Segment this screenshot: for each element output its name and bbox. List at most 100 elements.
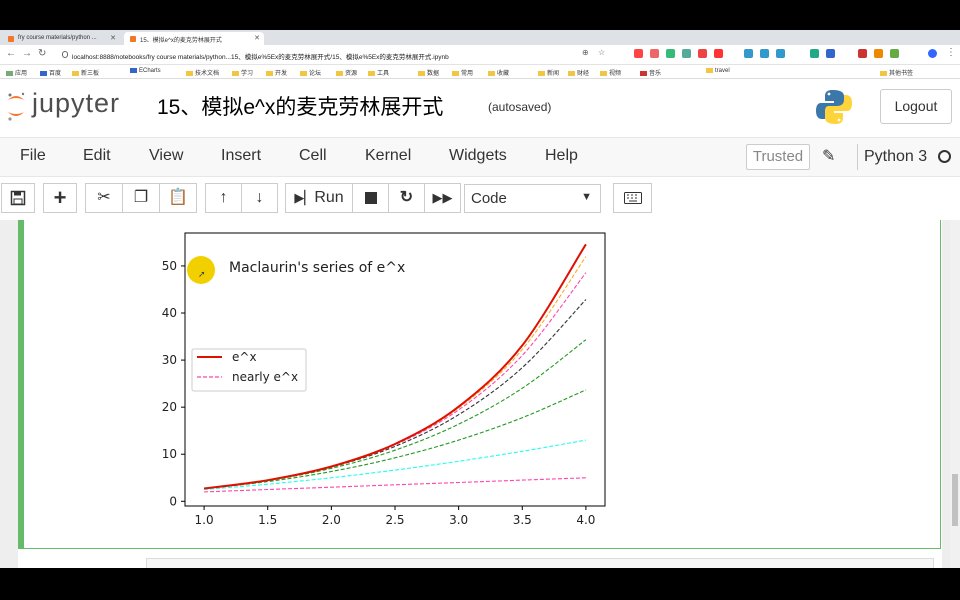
menu-widgets[interactable]: Widgets bbox=[449, 147, 507, 165]
y-tick-label: 20 bbox=[162, 400, 177, 414]
bookmark-item[interactable]: 百度 bbox=[40, 68, 61, 77]
extension-icon[interactable] bbox=[874, 49, 883, 58]
x-tick-label: 1.5 bbox=[258, 513, 277, 527]
tab-label: 15、模拟e^x的麦克劳林展开式 bbox=[140, 38, 222, 44]
close-tab-icon[interactable]: ✕ bbox=[254, 34, 260, 42]
jupyter-wordmark[interactable]: jupyter bbox=[32, 88, 120, 119]
keyboard-icon bbox=[623, 192, 642, 204]
extension-icon[interactable] bbox=[744, 49, 753, 58]
bookmark-item[interactable]: 音乐 bbox=[640, 68, 661, 77]
jupyter-favicon-icon bbox=[8, 36, 14, 42]
bookmark-item[interactable]: 数据 bbox=[418, 68, 439, 77]
bookmark-item[interactable]: 资源 bbox=[336, 68, 357, 77]
extension-icon[interactable] bbox=[650, 49, 659, 58]
screen: fry course materials/python ... ✕ 15、模拟e… bbox=[0, 0, 960, 600]
close-tab-icon[interactable]: ✕ bbox=[110, 34, 116, 42]
restart-run-all-button[interactable]: ▶▶ bbox=[424, 183, 461, 213]
extension-icon[interactable] bbox=[776, 49, 785, 58]
run-button[interactable]: ▶▏Run bbox=[285, 183, 353, 213]
copy-button[interactable]: ❐ bbox=[122, 183, 160, 213]
restart-button[interactable]: ↻ bbox=[388, 183, 425, 213]
move-down-button[interactable]: ↓ bbox=[241, 183, 278, 213]
notebook-title[interactable]: 15、模拟e^x的麦克劳林展开式 bbox=[157, 91, 443, 121]
cut-button[interactable]: ✂ bbox=[85, 183, 123, 213]
insert-cell-button[interactable]: + bbox=[43, 183, 77, 213]
bookmark-item[interactable]: 其他书签 bbox=[880, 68, 913, 77]
bookmark-item[interactable]: 工具 bbox=[368, 68, 389, 77]
extension-icon[interactable] bbox=[760, 49, 769, 58]
x-tick-label: 1.0 bbox=[195, 513, 214, 527]
y-tick-label: 40 bbox=[162, 306, 177, 320]
bookmark-star-icon[interactable]: ☆ bbox=[598, 48, 605, 57]
cell-output-chart: 1.0 1.5 2.0 2.5 3.0 3.5 4.0 0 10 20 30 40 50 Maclaur… bbox=[162, 232, 606, 527]
forward-icon[interactable]: → bbox=[22, 48, 32, 59]
floppy-disk-icon bbox=[10, 190, 26, 206]
extension-icon[interactable] bbox=[858, 49, 867, 58]
back-icon[interactable]: ← bbox=[6, 48, 16, 59]
run-label: Run bbox=[314, 189, 344, 206]
chart-title: Maclaurin's series of e^x bbox=[229, 260, 405, 276]
url-field[interactable]: localhost:8888/notebooks/fry course mate… bbox=[60, 48, 620, 62]
url-text: localhost:8888/notebooks/fry course mate… bbox=[72, 54, 449, 61]
extension-icon[interactable] bbox=[634, 49, 643, 58]
logout-button[interactable]: Logout bbox=[880, 89, 952, 124]
menu-view[interactable]: View bbox=[149, 147, 183, 165]
bookmark-item[interactable]: travel bbox=[706, 68, 730, 74]
bookmark-item[interactable]: 开发 bbox=[266, 68, 287, 77]
move-up-button[interactable]: ↑ bbox=[205, 183, 242, 213]
bookmark-item[interactable]: 论坛 bbox=[300, 68, 321, 77]
menu-file[interactable]: File bbox=[20, 147, 46, 165]
zoom-icon[interactable]: ⊕ bbox=[582, 48, 589, 57]
browser-tab-2[interactable]: 15、模拟e^x的麦克劳林展开式 ✕ bbox=[124, 32, 264, 45]
bookmarks-bar: 应用 百度 新三板 ECharts 技术文档 学习 开发 论坛 资源 工具 数据… bbox=[0, 65, 960, 79]
scissors-icon: ✂ bbox=[97, 189, 111, 206]
bookmark-item[interactable]: ECharts bbox=[130, 68, 161, 74]
scrollbar-thumb[interactable] bbox=[952, 474, 958, 526]
bookmark-item[interactable]: 新闻 bbox=[538, 68, 559, 77]
autosave-status: (autosaved) bbox=[488, 100, 552, 114]
bookmark-item[interactable]: 视频 bbox=[600, 68, 621, 77]
menu-kernel[interactable]: Kernel bbox=[365, 147, 411, 165]
bookmark-item[interactable]: 学习 bbox=[232, 68, 253, 77]
bookmark-item[interactable]: 常用 bbox=[452, 68, 473, 77]
save-button[interactable] bbox=[1, 183, 35, 213]
command-palette-button[interactable] bbox=[613, 183, 652, 213]
extension-icon[interactable] bbox=[666, 49, 675, 58]
browser-tab-1[interactable]: fry course materials/python ... ✕ bbox=[2, 32, 120, 45]
trusted-indicator[interactable]: Trusted bbox=[746, 144, 810, 170]
plus-icon: + bbox=[53, 185, 67, 210]
interrupt-button[interactable] bbox=[352, 183, 389, 213]
browser-menu-icon[interactable]: ⋮ bbox=[946, 47, 956, 58]
bookmark-apps[interactable]: 应用 bbox=[6, 68, 27, 77]
extension-icon[interactable] bbox=[890, 49, 899, 58]
clipboard-icon: 📋 bbox=[168, 189, 188, 206]
bookmark-item[interactable]: 新三板 bbox=[72, 68, 99, 77]
profile-icon[interactable] bbox=[928, 49, 937, 58]
menu-cell[interactable]: Cell bbox=[299, 147, 327, 165]
bookmark-item[interactable]: 技术文档 bbox=[186, 68, 219, 77]
extension-icon[interactable] bbox=[682, 49, 691, 58]
extension-icon[interactable] bbox=[810, 49, 819, 58]
top-letterbox bbox=[0, 0, 960, 30]
mouse-pointer-icon: ➚ bbox=[198, 269, 206, 279]
jupyter-favicon-icon bbox=[130, 36, 136, 42]
bottom-letterbox bbox=[0, 568, 960, 600]
menu-edit[interactable]: Edit bbox=[83, 147, 111, 165]
cell-type-select[interactable]: Code ▼ bbox=[464, 184, 601, 213]
extension-icon[interactable] bbox=[826, 49, 835, 58]
bookmark-item[interactable]: 财经 bbox=[568, 68, 589, 77]
cell-type-value: Code bbox=[471, 190, 507, 207]
paste-button[interactable]: 📋 bbox=[159, 183, 197, 213]
copy-icon: ❐ bbox=[133, 189, 149, 206]
kernel-name[interactable]: Python 3 bbox=[857, 144, 927, 170]
menu-insert[interactable]: Insert bbox=[221, 147, 261, 165]
y-tick-label: 30 bbox=[162, 353, 177, 367]
reload-icon[interactable]: ↻ bbox=[38, 48, 46, 59]
bookmark-item[interactable]: 收藏 bbox=[488, 68, 509, 77]
jupyter-logo-icon[interactable] bbox=[6, 90, 26, 122]
menu-help[interactable]: Help bbox=[545, 147, 578, 165]
arrow-up-icon: ↑ bbox=[219, 189, 228, 206]
kernel-idle-indicator-icon bbox=[938, 150, 951, 163]
extension-icon[interactable] bbox=[698, 49, 707, 58]
extension-icon[interactable] bbox=[714, 49, 723, 58]
